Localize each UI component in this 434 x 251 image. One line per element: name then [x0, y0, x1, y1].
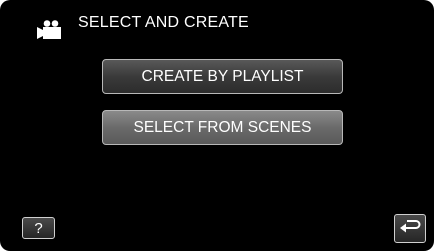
header: SELECT AND CREATE: [0, 0, 434, 46]
return-arrow-icon: [399, 217, 421, 240]
help-icon: ?: [34, 219, 43, 237]
page-title: SELECT AND CREATE: [78, 14, 249, 31]
back-button[interactable]: [394, 214, 426, 243]
video-camera-icon: [37, 20, 65, 40]
create-by-playlist-button[interactable]: CREATE BY PLAYLIST: [102, 59, 343, 94]
help-button[interactable]: ?: [22, 217, 55, 239]
camera-menu-screen: SELECT AND CREATE CREATE BY PLAYLIST SEL…: [0, 0, 434, 251]
select-from-scenes-button[interactable]: SELECT FROM SCENES: [102, 110, 343, 145]
